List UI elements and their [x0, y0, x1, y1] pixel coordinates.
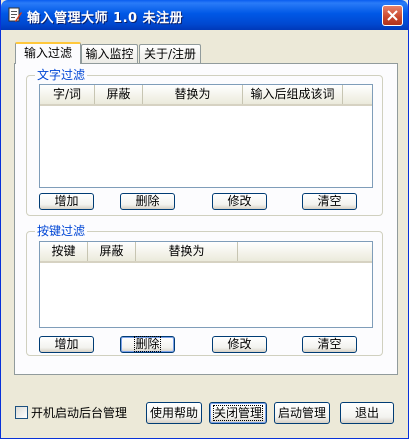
text-filter-group: 文字过滤 字/词 屏蔽 替换为 输入后组成该词 增加 删除 修改 清空	[26, 68, 383, 216]
key-filter-list[interactable]: 按键 屏蔽 替换为	[39, 241, 373, 328]
text-filter-header: 字/词 屏蔽 替换为 输入后组成该词	[40, 85, 372, 106]
column-header-replace[interactable]: 替换为	[136, 242, 238, 261]
text-delete-button[interactable]: 删除	[120, 193, 175, 210]
exit-button[interactable]: 退出	[340, 402, 394, 424]
column-header-word[interactable]: 字/词	[40, 85, 95, 104]
tab-input-monitor[interactable]: 输入监控	[81, 44, 138, 63]
key-filter-header: 按键 屏蔽 替换为	[40, 242, 372, 263]
close-icon	[387, 10, 398, 21]
key-delete-label: 删除	[134, 336, 161, 352]
start-management-button[interactable]: 启动管理	[274, 402, 330, 424]
stop-management-label: 关闭管理	[212, 404, 264, 421]
close-button[interactable]	[382, 5, 403, 26]
stop-management-button[interactable]: 关闭管理	[209, 402, 267, 424]
text-filter-list[interactable]: 字/词 屏蔽 替换为 输入后组成该词	[39, 84, 373, 188]
column-header-block[interactable]: 屏蔽	[88, 242, 136, 261]
key-delete-button[interactable]: 删除	[120, 336, 175, 353]
column-header-compose[interactable]: 输入后组成该词	[243, 85, 343, 104]
startup-checkbox[interactable]	[15, 406, 28, 419]
notepad-icon[interactable]	[7, 7, 23, 23]
tab-input-filter[interactable]: 输入过滤	[15, 42, 81, 64]
tab-about-register[interactable]: 关于/注册	[139, 44, 201, 63]
help-button[interactable]: 使用帮助	[146, 402, 202, 424]
text-edit-button[interactable]: 修改	[212, 193, 267, 210]
key-clear-button[interactable]: 清空	[302, 336, 357, 353]
key-filter-title: 按键过滤	[35, 224, 88, 238]
column-header-block[interactable]: 屏蔽	[95, 85, 143, 104]
title-bar[interactable]: 输入管理大师 1.0 未注册	[1, 0, 408, 30]
tab-panel-input-filter: 文字过滤 字/词 屏蔽 替换为 输入后组成该词 增加 删除 修改 清空 按键过滤…	[14, 63, 398, 375]
column-header-key[interactable]: 按键	[40, 242, 88, 261]
text-add-button[interactable]: 增加	[39, 193, 94, 210]
text-clear-button[interactable]: 清空	[302, 193, 357, 210]
window-title: 输入管理大师 1.0 未注册	[27, 11, 184, 26]
column-header-replace[interactable]: 替换为	[143, 85, 243, 104]
key-edit-button[interactable]: 修改	[212, 336, 267, 353]
startup-checkbox-label[interactable]: 开机启动后台管理	[31, 405, 127, 421]
app-window: 输入管理大师 1.0 未注册 输入过滤 输入监控 关于/注册 文字过滤 字/词 …	[0, 0, 409, 439]
text-filter-title: 文字过滤	[35, 68, 88, 82]
key-add-button[interactable]: 增加	[39, 336, 94, 353]
key-filter-group: 按键过滤 按键 屏蔽 替换为 增加 删除 修改 清空	[26, 224, 383, 356]
